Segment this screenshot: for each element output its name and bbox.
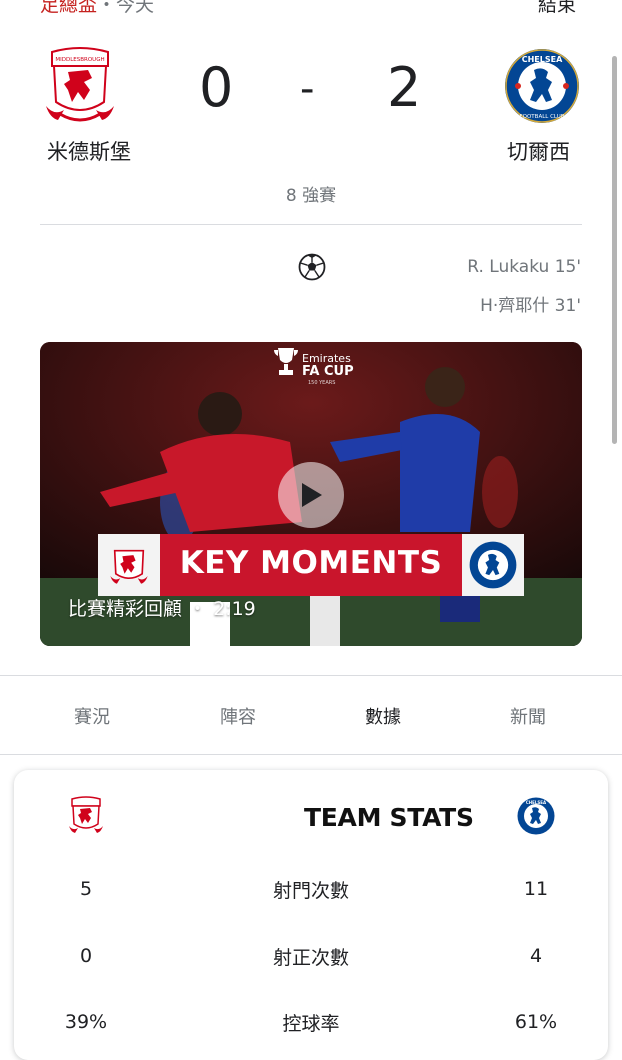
scorer-item[interactable]: R. Lukaku 15' [467,257,581,277]
stat-home-value: 5 [79,878,93,900]
tab-stats[interactable]: 數據 [323,703,443,729]
stat-away-value: 4 [529,945,543,967]
home-team-name[interactable]: 米德斯堡 [47,136,131,166]
highlights-video[interactable]: Emirates FA CUP 150 YEARS KEY MOMENTS 比賽… [40,342,582,646]
tab-match[interactable]: 賽況 [32,703,152,729]
play-icon [302,483,322,507]
tab-lineups[interactable]: 陣容 [178,703,298,729]
soccer-ball-icon [298,253,326,285]
middlesbrough-crest-icon [68,796,104,840]
match-status: 結束 [537,0,576,16]
stat-away-value: 61% [514,1011,558,1033]
away-score: 2 [387,56,422,119]
scorer-item[interactable]: H‧齊耶什 31' [480,291,581,316]
match-round: 8 強賽 [285,186,337,206]
svg-text:CHELSEA: CHELSEA [526,800,547,805]
competition-line: 足總盃・今天 [40,0,154,17]
divider [40,224,582,225]
video-caption: 比賽精彩回顧 ・ 2:19 [68,598,256,620]
stat-home-value: 39% [64,1011,108,1033]
play-button[interactable] [278,462,344,528]
fa-cup-years: 150 YEARS [308,380,336,386]
svg-text:MIDDLESBROUGH: MIDDLESBROUGH [55,57,104,63]
score-dash: - [300,66,315,112]
chelsea-crest-icon [462,534,524,596]
key-moments-text: KEY MOMENTS [179,545,443,581]
svg-text:CHELSEA: CHELSEA [522,55,563,64]
competition-name[interactable]: 足總盃 [40,0,97,16]
stats-title: TEAM STATS [304,803,474,832]
stat-label: 射門次數 [272,880,349,902]
middlesbrough-crest-icon[interactable]: MIDDLESBROUGH [44,46,116,126]
fa-cup-logo: Emirates FA CUP 150 YEARS [274,346,354,386]
stat-away-value: 11 [523,878,549,900]
stat-label: 控球率 [282,1013,340,1035]
key-moments-banner: KEY MOMENTS [98,534,524,596]
stat-home-value: 0 [79,945,93,967]
tab-news[interactable]: 新聞 [468,703,588,729]
svg-text:FOOTBALL CLUB: FOOTBALL CLUB [519,114,564,120]
away-team-name[interactable]: 切爾西 [507,136,570,166]
tabs-divider [0,675,622,676]
team-stats-card: TEAM STATS CHELSEA 5 射門次數 11 0 射正次數 4 39… [14,770,608,1060]
separator: ・ [97,0,117,16]
tabs-divider [0,754,622,755]
home-score: 0 [199,56,234,119]
stat-label: 射正次數 [272,947,349,969]
match-day: 今天 [116,0,155,16]
chelsea-crest-icon[interactable]: CHELSEA FOOTBALL CLUB [504,48,580,124]
middlesbrough-crest-icon [98,534,160,596]
fa-cup-name: FA CUP [302,364,354,379]
chelsea-crest-icon: CHELSEA [517,797,555,839]
trophy-icon [274,348,298,375]
scrollbar[interactable] [612,56,617,444]
